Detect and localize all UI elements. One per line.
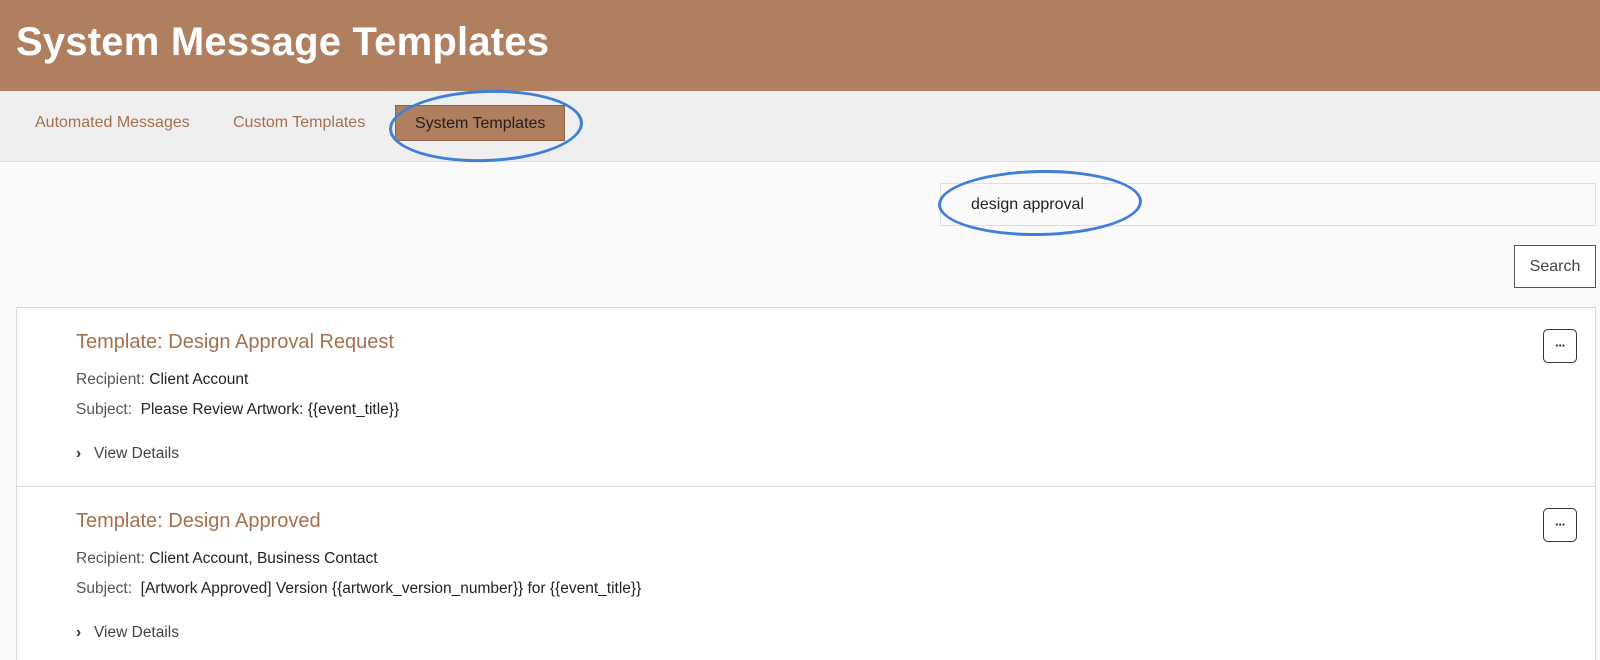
template-recipient: Recipient: Client Account xyxy=(76,371,248,389)
page-title: System Message Templates xyxy=(16,20,550,64)
subject-label: Subject: xyxy=(76,580,133,597)
search-button[interactable]: Search xyxy=(1514,245,1596,288)
tab-automated-messages[interactable]: Automated Messages xyxy=(16,105,209,141)
view-details-label: View Details xyxy=(94,445,180,462)
recipient-label: Recipient: xyxy=(76,550,145,567)
recipient-label: Recipient: xyxy=(76,371,145,388)
template-card: Template: Design Approval Request Recipi… xyxy=(17,308,1595,487)
template-subject: Subject: Please Review Artwork: {{event_… xyxy=(76,401,399,419)
page-header: System Message Templates xyxy=(0,0,1600,91)
template-list: Template: Design Approval Request Recipi… xyxy=(16,307,1596,660)
template-title[interactable]: Template: Design Approval Request xyxy=(76,331,394,354)
more-horizontal-icon: ··· xyxy=(1555,338,1566,353)
subject-value: Please Review Artwork: {{event_title}} xyxy=(140,401,400,418)
chevron-right-icon: › xyxy=(76,624,82,641)
tab-bar: Automated Messages Custom Templates Syst… xyxy=(0,91,1600,162)
tab-custom-templates[interactable]: Custom Templates xyxy=(214,105,384,141)
view-details-toggle[interactable]: › View Details xyxy=(76,445,179,463)
template-recipient: Recipient: Client Account, Business Cont… xyxy=(76,550,378,568)
template-card: Template: Design Approved Recipient: Cli… xyxy=(17,487,1595,660)
view-details-label: View Details xyxy=(94,624,180,641)
template-title[interactable]: Template: Design Approved xyxy=(76,510,321,533)
more-options-button[interactable]: ··· xyxy=(1543,508,1577,542)
subject-label: Subject: xyxy=(76,401,133,418)
recipient-value: Client Account, Business Contact xyxy=(149,550,378,567)
more-options-button[interactable]: ··· xyxy=(1543,329,1577,363)
tab-system-templates[interactable]: System Templates xyxy=(395,105,566,141)
more-horizontal-icon: ··· xyxy=(1555,517,1566,532)
subject-value: [Artwork Approved] Version {{artwork_ver… xyxy=(140,580,642,597)
template-subject: Subject: [Artwork Approved] Version {{ar… xyxy=(76,580,641,598)
recipient-value: Client Account xyxy=(149,371,249,388)
search-input[interactable] xyxy=(940,183,1596,226)
view-details-toggle[interactable]: › View Details xyxy=(76,624,179,642)
chevron-right-icon: › xyxy=(76,445,82,462)
